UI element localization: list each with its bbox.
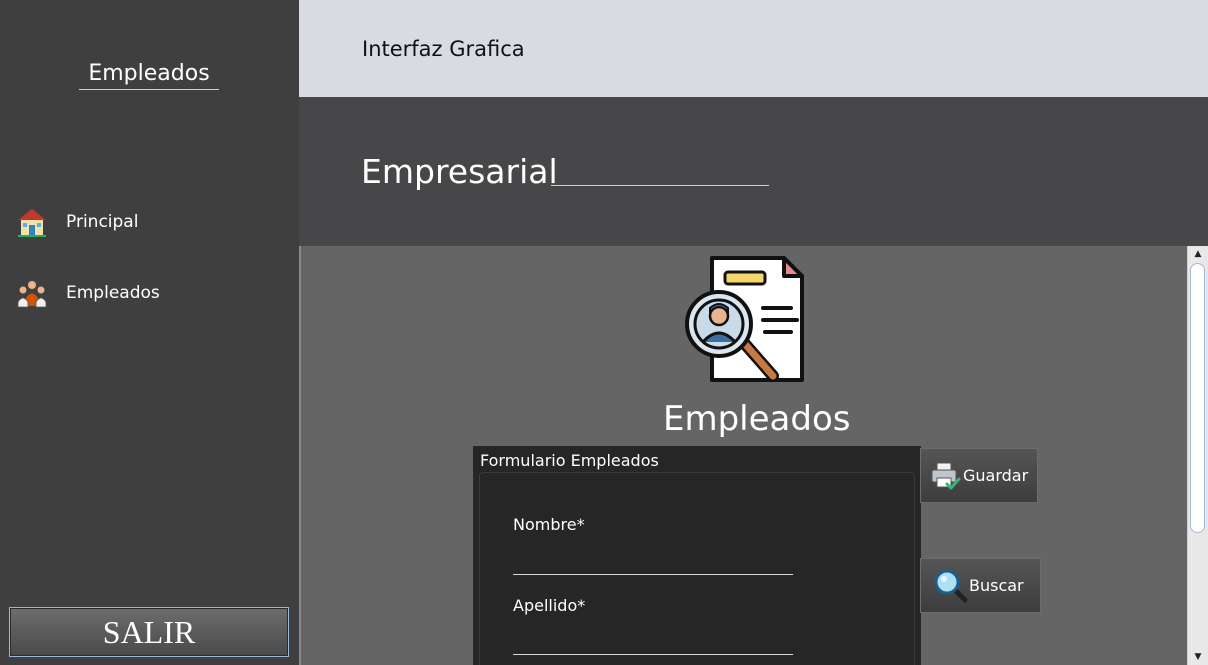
sidebar-item-label: Empleados xyxy=(66,283,160,303)
section-title: Empresarial xyxy=(361,152,558,191)
apellido-label: Apellido* xyxy=(513,596,586,615)
page-heading: Empleados xyxy=(663,399,851,439)
title-underline xyxy=(551,185,769,186)
scroll-down-arrow-icon[interactable]: ▼ xyxy=(1188,649,1208,665)
search-button[interactable]: Buscar xyxy=(920,558,1041,613)
form-body: Nombre* Apellido* xyxy=(479,472,915,665)
nombre-label: Nombre* xyxy=(513,515,585,534)
app-header: Interfaz Grafica xyxy=(299,0,1208,97)
house-icon xyxy=(14,204,50,240)
scroll-thumb[interactable] xyxy=(1190,263,1205,533)
sidebar-item-label: Principal xyxy=(66,212,139,232)
apellido-field[interactable] xyxy=(513,627,793,655)
magnifier-icon xyxy=(933,568,969,604)
sidebar-item-empleados[interactable]: Empleados xyxy=(14,273,160,313)
employee-search-document-icon xyxy=(679,254,815,388)
section-header: Empresarial xyxy=(299,97,1208,246)
save-printer-icon xyxy=(927,458,963,494)
nombre-field[interactable] xyxy=(513,547,793,575)
sidebar-item-principal[interactable]: Principal xyxy=(14,202,138,242)
people-icon xyxy=(14,275,50,311)
form-title: Formulario Empleados xyxy=(480,451,659,470)
exit-button[interactable]: SALIR xyxy=(9,607,289,657)
main-content: Empleados Formulario Empleados Nombre* A… xyxy=(299,246,1187,665)
sidebar-title: Empleados xyxy=(79,60,219,90)
vertical-scrollbar[interactable]: ▲ ▼ xyxy=(1187,246,1208,665)
app-title: Interfaz Grafica xyxy=(362,37,525,61)
scroll-up-arrow-icon[interactable]: ▲ xyxy=(1188,246,1208,262)
employee-form: Formulario Empleados Nombre* Apellido* xyxy=(473,446,921,665)
search-button-label: Buscar xyxy=(969,576,1024,595)
sidebar: Empleados Principal Empleados SALIR xyxy=(0,0,299,665)
save-button-label: Guardar xyxy=(963,466,1029,485)
save-button[interactable]: Guardar xyxy=(920,448,1038,503)
